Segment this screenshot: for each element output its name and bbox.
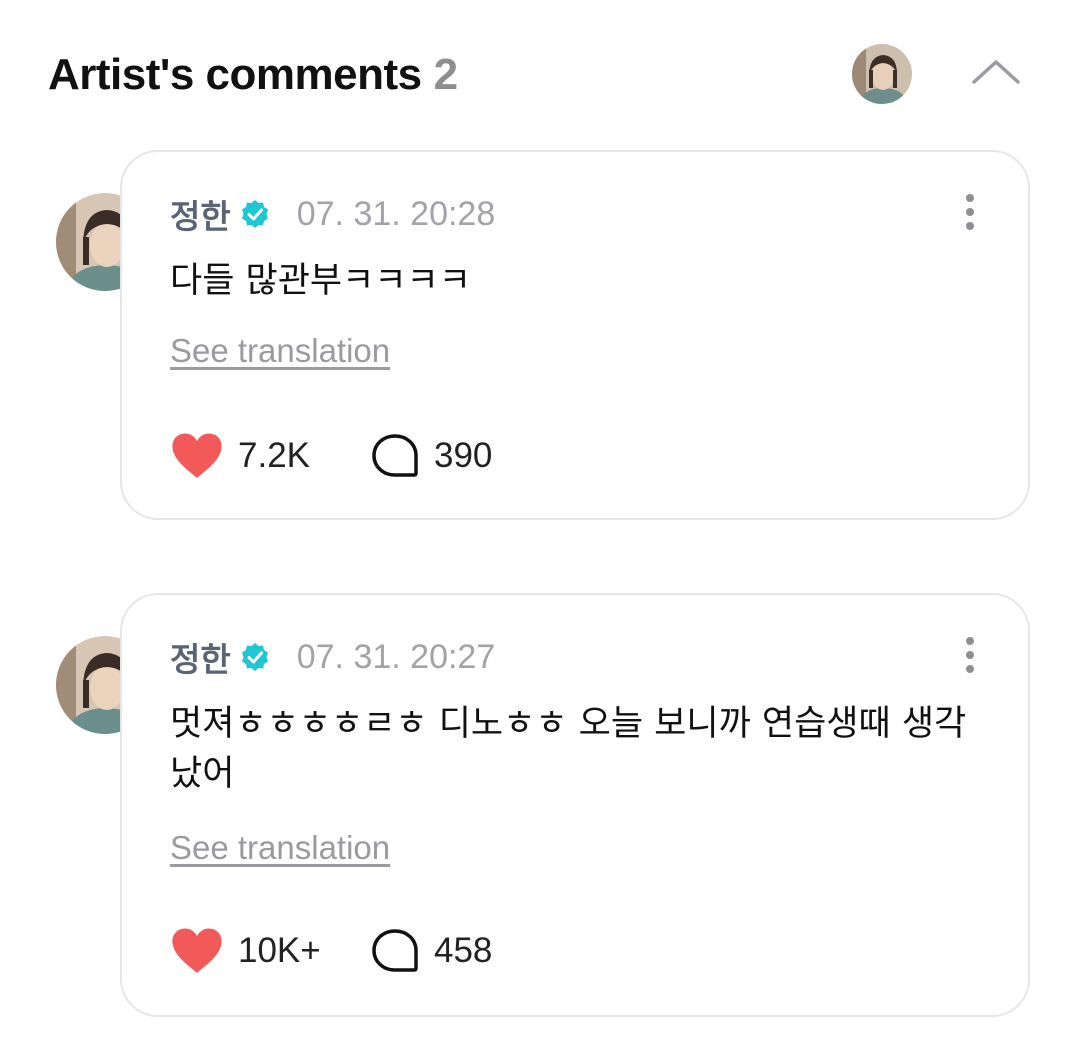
verified-badge-icon [239, 641, 271, 673]
more-vertical-icon [966, 194, 974, 230]
reply-count: 390 [434, 436, 493, 475]
like-button[interactable]: 7.2K [170, 432, 370, 480]
comment-body: 다들 많관부ㅋㅋㅋㅋ [170, 261, 471, 301]
comment-card: 정한 07. 31. 20:28 다들 많관부ㅋㅋㅋㅋ See translat… [120, 150, 1030, 520]
comment-timestamp: 07. 31. 20:28 [296, 194, 496, 233]
comment-meta: 정한 07. 31. 20:27 [170, 633, 495, 681]
artist-avatar[interactable] [852, 44, 912, 104]
heart-icon [172, 928, 222, 973]
artist-comments-section: Artist's comments 2 정한 07. 31. 20:28 다들 … [0, 0, 1080, 1063]
more-vertical-icon [966, 637, 974, 673]
comment-actions: 10K+ 458 [170, 923, 492, 979]
reply-button[interactable]: 390 [370, 433, 492, 479]
author-name[interactable]: 정한 [170, 190, 231, 238]
like-count: 10K+ [238, 931, 321, 970]
speech-bubble-icon [372, 929, 418, 972]
comment-body: 멋져ㅎㅎㅎㅎㄹㅎ 디노ㅎㅎ 오늘 보니까 연습생때 생각났어 [170, 704, 967, 794]
artist-avatar-image [852, 44, 912, 104]
comment-timestamp: 07. 31. 20:27 [296, 637, 496, 676]
section-header: Artist's comments 2 [48, 44, 1032, 108]
section-title: Artist's comments 2 [48, 50, 458, 100]
comment-meta: 정한 07. 31. 20:28 [170, 190, 495, 238]
see-translation-link[interactable]: See translation [170, 332, 390, 370]
more-options-button[interactable] [958, 633, 982, 677]
collapse-button[interactable] [968, 52, 1024, 92]
reply-count: 458 [434, 931, 493, 970]
comment-actions: 7.2K 390 [170, 428, 492, 484]
comment-card: 정한 07. 31. 20:27 멋져ㅎㅎㅎㅎㄹㅎ 디노ㅎㅎ 오늘 보니까 연습… [120, 593, 1030, 1017]
more-options-button[interactable] [958, 190, 982, 234]
chevron-up-icon [972, 60, 1020, 84]
section-title-text: Artist's comments [48, 50, 422, 99]
heart-icon [172, 433, 222, 478]
author-name[interactable]: 정한 [170, 633, 231, 681]
reply-button[interactable]: 458 [370, 928, 492, 974]
see-translation-link[interactable]: See translation [170, 829, 390, 867]
speech-bubble-icon [372, 434, 418, 477]
like-button[interactable]: 10K+ [170, 927, 370, 975]
like-count: 7.2K [238, 436, 310, 475]
verified-badge-icon [239, 198, 271, 230]
comment-count: 2 [433, 50, 458, 99]
